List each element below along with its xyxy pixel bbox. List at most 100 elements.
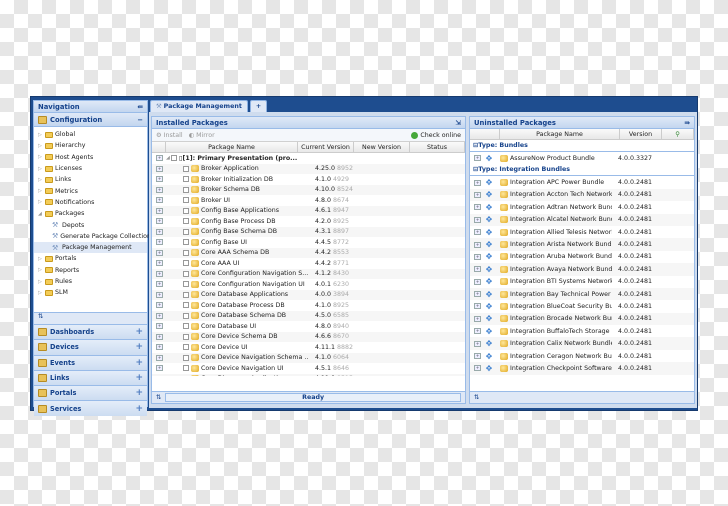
refresh-icon[interactable]: ⇅ — [156, 394, 161, 401]
table-row[interactable]: + ✥ Integration APC Power Bundle 4.0.0.2481 — [470, 176, 694, 188]
install-move-icon[interactable]: ✥ — [484, 265, 494, 274]
table-row[interactable]: + Core Configuration Navigation UI 4.0.1 62… — [152, 279, 465, 290]
configuration-header[interactable]: Configuration − — [34, 113, 147, 127]
accordion-devices[interactable]: Devices + — [34, 339, 147, 355]
expand-icon[interactable]: + — [474, 216, 481, 223]
expand-icon[interactable]: + — [474, 303, 481, 310]
checkbox[interactable] — [183, 333, 189, 340]
collapsed-arrow-icon[interactable]: ▷ — [38, 132, 43, 138]
install-move-icon[interactable]: ✥ — [484, 178, 494, 187]
install-button[interactable]: ⚙ Install — [156, 132, 183, 139]
table-row[interactable]: + Core Device UI 4.11.1 8882 — [152, 342, 465, 353]
table-row[interactable]: + Core Database Schema DB 4.5.0 6585 — [152, 310, 465, 321]
checkbox[interactable] — [183, 302, 189, 309]
expand-icon[interactable]: + — [474, 328, 481, 335]
table-row[interactable]: + Core Device Navigation UI 4.5.1 8646 — [152, 363, 465, 374]
expand-icon[interactable]: + — [156, 291, 163, 298]
table-row[interactable]: + ✥ Integration Arista Network Bundle 4.0.0… — [470, 238, 694, 251]
table-row[interactable]: + Config Base Applications 4.6.1 8947 — [152, 205, 465, 216]
checkbox[interactable] — [183, 218, 189, 225]
expand-icon[interactable]: + — [474, 191, 481, 198]
table-row[interactable]: +✥ Integration Ceragon Network Bundle 4.0.… — [470, 350, 694, 362]
plus-icon[interactable]: + — [135, 342, 143, 352]
plus-icon[interactable]: + — [135, 388, 143, 398]
table-row[interactable]: +Core Discovery Applications4.11.08515 — [152, 373, 465, 376]
table-row[interactable]: + Core AAA Schema DB 4.4.2 8553 — [152, 247, 465, 258]
nav-item[interactable]: ▷ Reports — [34, 265, 147, 276]
expand-icon[interactable]: + — [474, 266, 481, 273]
tab-package-management[interactable]: ⚒ Package Management — [150, 100, 248, 112]
collapsed-arrow-icon[interactable]: ▷ — [38, 267, 43, 273]
mirror-button[interactable]: ◐ Mirror — [189, 132, 215, 139]
nav-item[interactable]: ◢ Packages — [34, 208, 147, 219]
col-current-version[interactable]: Current Version — [298, 142, 354, 152]
col-version[interactable]: Version — [620, 129, 662, 139]
checkbox[interactable] — [183, 186, 189, 193]
checkbox[interactable] — [183, 239, 189, 246]
expand-icon[interactable]: + — [156, 186, 163, 193]
expanded-arrow-icon[interactable]: ◢ — [38, 211, 43, 217]
install-move-icon[interactable]: ✥ — [484, 277, 494, 286]
table-row[interactable]: +✥ Integration Bay Technical Power Bun...… — [470, 287, 694, 301]
expand-icon[interactable]: + — [474, 365, 481, 372]
install-move-icon[interactable]: ✥ — [484, 339, 494, 348]
expand-icon[interactable]: + — [156, 354, 163, 361]
checkbox[interactable] — [183, 260, 189, 267]
install-move-icon[interactable]: ✥ — [484, 352, 494, 361]
install-move-icon[interactable]: ✥ — [484, 290, 494, 299]
expand-icon[interactable]: + — [156, 155, 163, 162]
nav-item[interactable]: ▷ Links — [34, 174, 147, 185]
expand-icon[interactable]: + — [474, 353, 481, 360]
install-move-icon[interactable]: ✥ — [484, 240, 494, 249]
checkbox[interactable] — [183, 312, 189, 319]
plus-icon[interactable]: + — [135, 404, 143, 414]
table-row[interactable]: + Config Base Process DB 4.2.0 8925 — [152, 216, 465, 227]
accordion-links[interactable]: Links + — [34, 369, 147, 386]
table-row[interactable]: + Broker Schema DB 4.10.0 8524 — [152, 184, 465, 195]
collapsed-arrow-icon[interactable]: ▷ — [38, 143, 43, 149]
checkbox[interactable] — [183, 291, 189, 298]
table-row[interactable]: +✥ Integration BlueCoat Security Bundle 4.… — [470, 300, 694, 312]
expand-icon[interactable]: + — [156, 270, 163, 277]
group-header[interactable]: ⊟ Type: Bundles — [470, 140, 694, 152]
col-new-version[interactable]: New Version — [354, 142, 410, 152]
table-row[interactable]: + ✥ Integration Avaya Network Bundle 4.0.0.… — [470, 263, 694, 276]
checkbox[interactable] — [183, 249, 189, 256]
expand-icon[interactable]: + — [156, 344, 163, 351]
plus-icon[interactable]: + — [135, 373, 143, 383]
col-package-name[interactable]: Package Name — [166, 142, 298, 152]
expand-icon[interactable]: + — [474, 253, 481, 260]
checkbox[interactable] — [183, 165, 189, 172]
collapse-icon[interactable]: ⇛ — [684, 119, 690, 127]
table-row[interactable]: + Config Base Schema DB 4.3.1 8897 — [152, 226, 465, 237]
group-header[interactable]: ⊟ Type: Integration Bundles — [470, 164, 694, 177]
nav-item[interactable]: ▷ Global — [34, 129, 147, 140]
nav-item[interactable]: ▷ Host Agents — [34, 152, 147, 163]
checkbox[interactable] — [183, 281, 189, 288]
install-move-icon[interactable]: ✥ — [484, 252, 494, 261]
install-move-icon[interactable]: ✥ — [484, 314, 494, 323]
expand-icon[interactable]: + — [156, 176, 163, 183]
table-row[interactable]: + ✥ Integration Calix Network Bundle 4.0.0.… — [470, 337, 694, 350]
collapsed-arrow-icon[interactable]: ▷ — [38, 290, 43, 296]
pin-icon[interactable]: ⇲ — [455, 119, 461, 127]
nav-item[interactable]: ▷ Licenses — [34, 163, 147, 174]
collapsed-arrow-icon[interactable]: ▷ — [38, 279, 43, 285]
expand-icon[interactable]: + — [474, 204, 481, 211]
filter-icon[interactable]: ⚲ — [662, 129, 694, 139]
expand-icon[interactable]: + — [156, 333, 163, 340]
checkbox[interactable] — [183, 365, 189, 372]
plus-icon[interactable]: + — [135, 327, 143, 337]
checkbox[interactable] — [183, 228, 189, 235]
checkbox[interactable] — [183, 344, 189, 351]
table-row[interactable]: +✥ Integration BTI Systems Network Bu... 4… — [470, 276, 694, 288]
nav-item[interactable]: ▷ Rules — [34, 276, 147, 287]
table-row[interactable]: + Broker Initialization DB 4.1.0 4929 — [152, 174, 465, 185]
expand-icon[interactable]: + — [156, 260, 163, 267]
expand-icon[interactable]: + — [156, 165, 163, 172]
nav-item[interactable]: ⚒ Depots — [34, 219, 147, 230]
accordion-events[interactable]: Events + — [34, 354, 147, 370]
table-row[interactable]: + Core Device Navigation Schema ... 4.1.0 6… — [152, 352, 465, 363]
col-status[interactable]: Status — [410, 142, 465, 152]
nav-item[interactable]: ⚒ Package Management — [34, 241, 147, 254]
